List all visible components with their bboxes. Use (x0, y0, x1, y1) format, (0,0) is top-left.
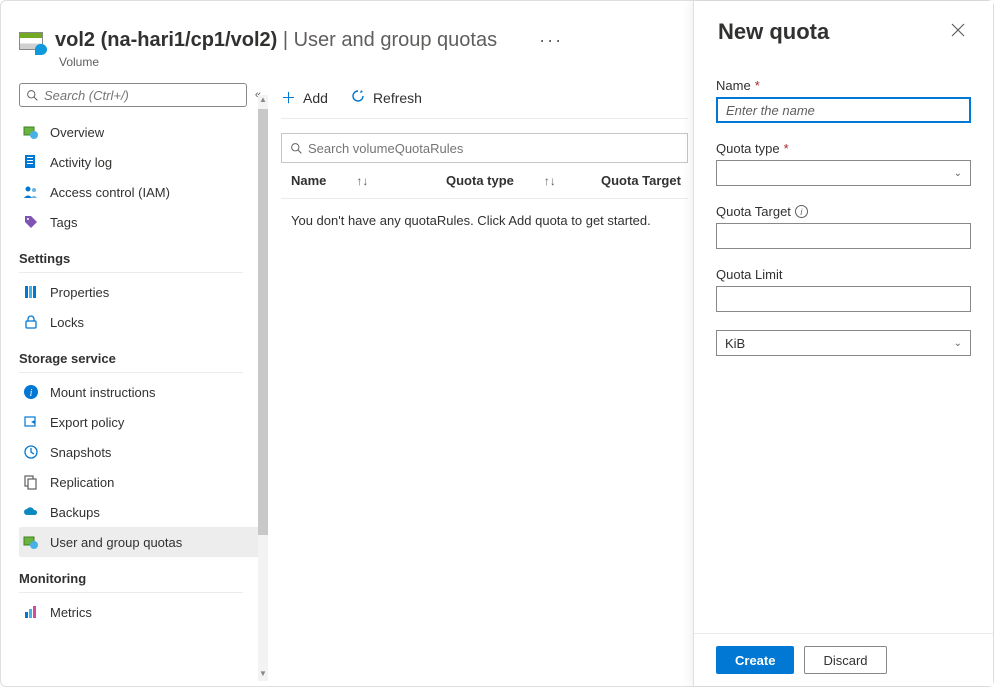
title-sub: | User and group quotas (277, 29, 497, 51)
resource-type: Volume (59, 55, 676, 69)
overview-icon (23, 124, 39, 140)
quota-limit-unit-select[interactable]: KiB ⌄ (716, 330, 971, 356)
refresh-icon (350, 88, 366, 108)
sidebar-item-snapshots[interactable]: Snapshots (19, 437, 261, 467)
title-bold: vol2 (na-hari1/cp1/vol2) (55, 29, 277, 51)
sidebar-item-label: Backups (50, 505, 100, 520)
sidebar-item-access-control[interactable]: Access control (IAM) (19, 177, 261, 207)
chevron-down-icon: ⌄ (954, 338, 962, 349)
sidebar-item-user-group-quotas[interactable]: User and group quotas (19, 527, 261, 557)
sidebar-item-label: Overview (50, 125, 104, 140)
info-icon: i (23, 384, 39, 400)
lock-icon (23, 314, 39, 330)
quotas-icon (23, 534, 39, 550)
scrollbar-thumb[interactable] (258, 109, 268, 535)
name-label: Name* (716, 78, 971, 93)
page-title: vol2 (na-hari1/cp1/vol2) | User and grou… (55, 29, 497, 52)
sidebar-item-label: Activity log (50, 155, 112, 170)
add-label: Add (303, 90, 328, 106)
quota-limit-label: Quota Limit (716, 267, 971, 282)
discard-button[interactable]: Discard (804, 646, 886, 674)
volume-icon (19, 32, 43, 50)
page-header: vol2 (na-hari1/cp1/vol2) | User and grou… (1, 1, 694, 75)
sidebar-item-label: Snapshots (50, 445, 111, 460)
sidebar-item-label: Replication (50, 475, 114, 490)
quota-type-label: Quota type* (716, 141, 971, 156)
create-button[interactable]: Create (716, 646, 794, 674)
copy-icon (23, 474, 39, 490)
sidebar-item-replication[interactable]: Replication (19, 467, 261, 497)
column-quota-target[interactable]: Quota Target (601, 173, 681, 188)
empty-state-message: You don't have any quotaRules. Click Add… (281, 199, 688, 228)
cloud-icon (23, 504, 39, 520)
quota-type-select[interactable]: ⌄ (716, 160, 971, 186)
clock-icon (23, 444, 39, 460)
sidebar-item-properties[interactable]: Properties (19, 277, 261, 307)
plus-icon: ＋ (281, 87, 296, 108)
rules-search-input[interactable] (308, 141, 679, 156)
sidebar-item-label: Export policy (50, 415, 124, 430)
sidebar-item-mount-instructions[interactable]: i Mount instructions (19, 377, 261, 407)
export-icon (23, 414, 39, 430)
toolbar: ＋ Add Refresh (281, 83, 688, 119)
refresh-label: Refresh (373, 90, 422, 106)
chevron-down-icon: ⌄ (954, 168, 962, 179)
quota-target-label: Quota Target i (716, 204, 971, 219)
svg-text:i: i (30, 388, 33, 399)
search-icon (290, 142, 303, 155)
sidebar-scrollbar[interactable]: ▲ ▼ (258, 95, 268, 681)
chart-icon (23, 604, 39, 620)
iam-icon (23, 184, 39, 200)
sidebar-item-label: Tags (50, 215, 77, 230)
search-icon (26, 89, 39, 102)
sidebar-item-backups[interactable]: Backups (19, 497, 261, 527)
scroll-up-icon[interactable]: ▲ (258, 95, 268, 107)
section-storage-service: Storage service (19, 337, 243, 373)
scroll-down-icon[interactable]: ▼ (258, 669, 268, 681)
sidebar-item-locks[interactable]: Locks (19, 307, 261, 337)
sidebar-item-metrics[interactable]: Metrics (19, 597, 261, 627)
log-icon (23, 154, 39, 170)
refresh-button[interactable]: Refresh (350, 88, 422, 108)
sort-icon: ↑↓ (356, 174, 368, 188)
sidebar-item-overview[interactable]: Overview (19, 117, 261, 147)
quota-target-input[interactable] (716, 223, 971, 249)
sidebar-item-tags[interactable]: Tags (19, 207, 261, 237)
sidebar-item-export-policy[interactable]: Export policy (19, 407, 261, 437)
more-actions-button[interactable]: ··· (539, 30, 563, 51)
name-input[interactable] (716, 97, 971, 123)
sidebar-item-label: Metrics (50, 605, 92, 620)
close-panel-button[interactable] (947, 19, 969, 46)
add-button[interactable]: ＋ Add (281, 87, 328, 108)
new-quota-panel: New quota Name* Quota type* ⌄ Quota Targ… (693, 1, 993, 686)
sidebar-item-activity-log[interactable]: Activity log (19, 147, 261, 177)
sidebar-item-label: User and group quotas (50, 535, 182, 550)
sort-icon: ↑↓ (544, 174, 556, 188)
main-content: ＋ Add Refresh Name ↑↓ (261, 75, 694, 686)
table-header: Name ↑↓ Quota type ↑↓ Quota Target (281, 163, 688, 199)
properties-icon (23, 284, 39, 300)
unit-value: KiB (725, 336, 745, 351)
section-settings: Settings (19, 237, 243, 273)
close-icon (951, 23, 965, 37)
sidebar-search-input[interactable] (44, 88, 240, 103)
section-monitoring: Monitoring (19, 557, 243, 593)
rules-search[interactable] (281, 133, 688, 163)
sidebar: « Overview Activity log Access control (… (1, 75, 261, 686)
sidebar-item-label: Access control (IAM) (50, 185, 170, 200)
column-name[interactable]: Name ↑↓ (291, 173, 446, 188)
info-icon[interactable]: i (795, 205, 808, 218)
quota-limit-input[interactable] (716, 286, 971, 312)
sidebar-search[interactable] (19, 83, 247, 107)
panel-footer: Create Discard (694, 633, 993, 686)
panel-title: New quota (718, 19, 829, 45)
column-quota-type[interactable]: Quota type ↑↓ (446, 173, 601, 188)
sidebar-item-label: Locks (50, 315, 84, 330)
tags-icon (23, 214, 39, 230)
sidebar-item-label: Mount instructions (50, 385, 156, 400)
sidebar-item-label: Properties (50, 285, 109, 300)
